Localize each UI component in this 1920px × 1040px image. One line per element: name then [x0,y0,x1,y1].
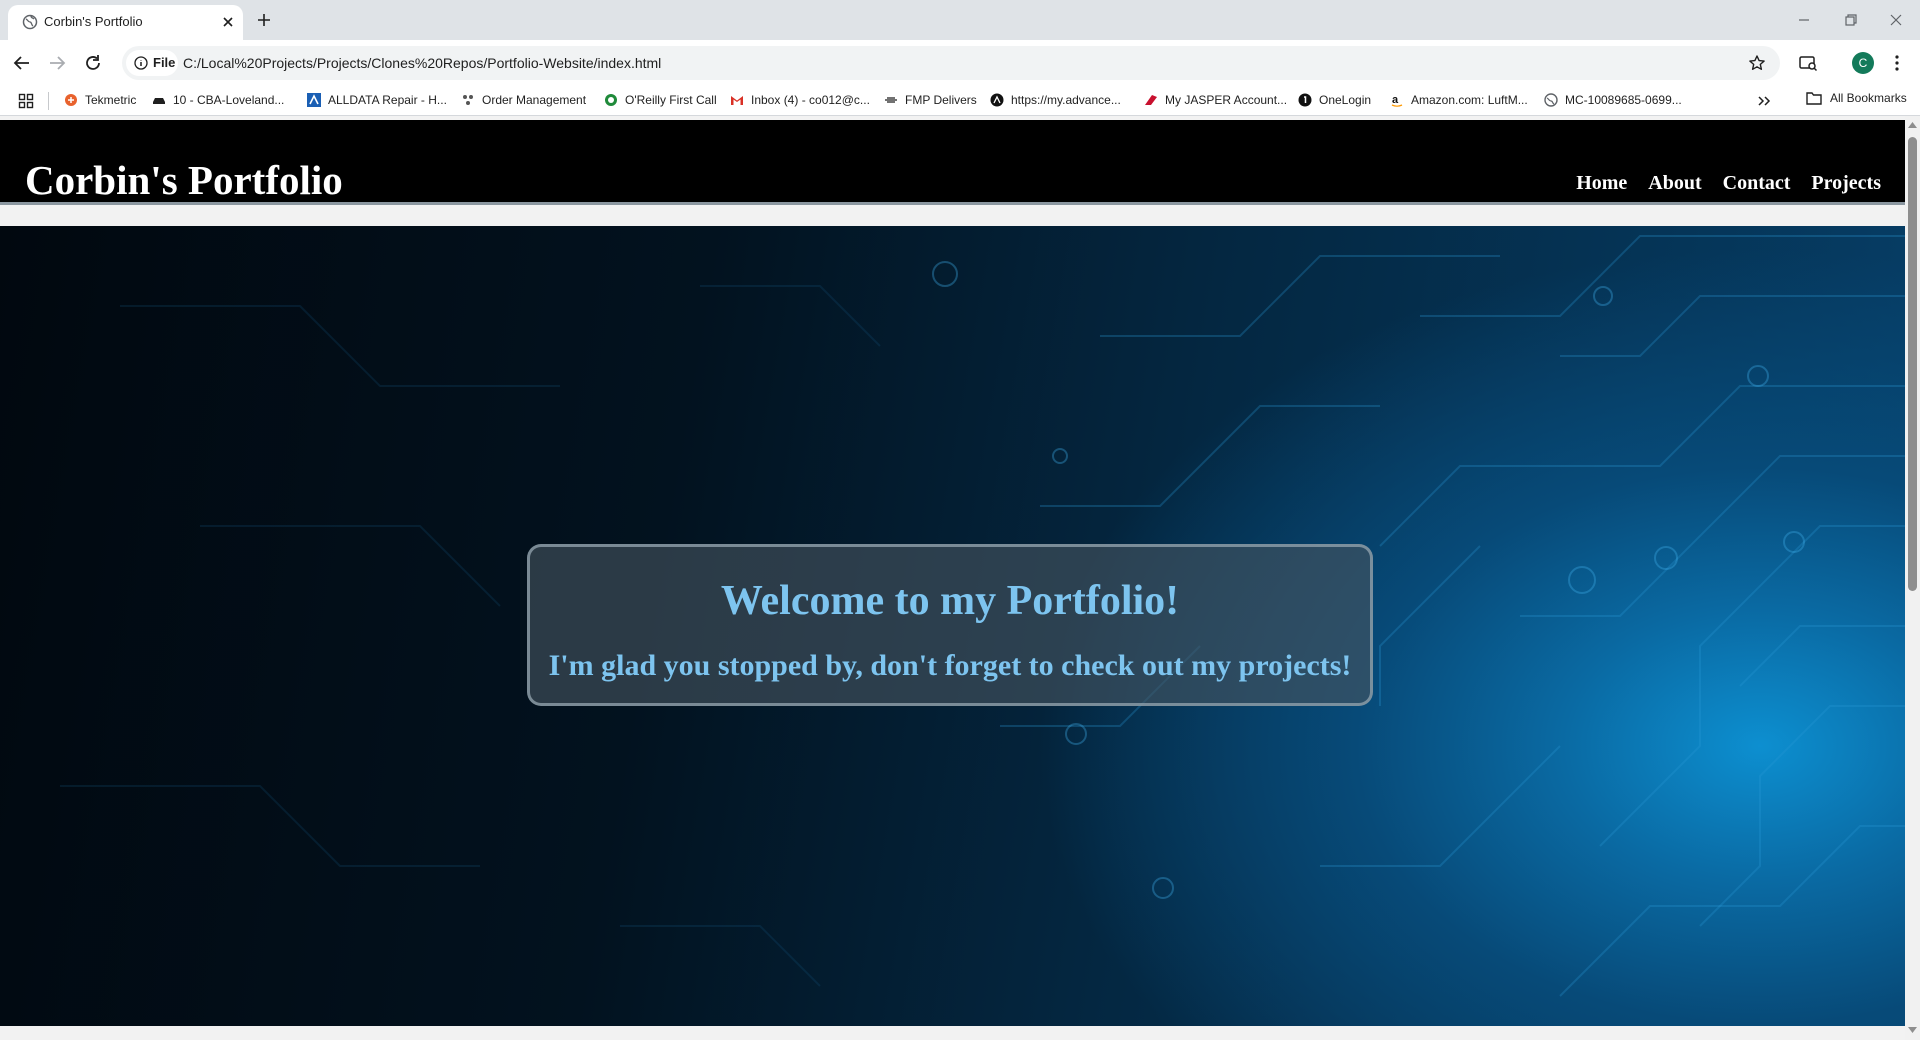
bookmark-label: https://my.advance... [1011,93,1121,107]
menu-kebab-icon[interactable] [1887,53,1907,73]
bookmark-label: Amazon.com: LuftM... [1411,93,1528,107]
welcome-title: Welcome to my Portfolio! [720,578,1180,624]
amazon-icon: a [1391,94,1403,107]
alldata-icon [307,93,321,107]
bookmark-label: 10 - CBA-Loveland... [173,93,285,107]
welcome-subtitle: I'm glad you stopped by, don't forget to… [548,649,1352,682]
minimize-icon[interactable] [1792,8,1816,32]
info-icon [134,56,148,70]
bookmark-star-icon[interactable] [1748,54,1766,72]
all-bookmarks-button[interactable]: All Bookmarks [1806,91,1907,105]
bookmark-item[interactable]: Inbox (4) - co012@c... [730,91,870,109]
nav-home-link[interactable]: Home [1576,172,1627,195]
fmp-icon [885,97,897,103]
bookmark-item[interactable]: https://my.advance... [990,91,1121,109]
bookmarks-divider [48,92,49,110]
bookmark-label: FMP Delivers [905,93,977,107]
car-icon [153,98,165,104]
more-bookmarks-icon[interactable] [1756,93,1772,109]
scrollbar-thumb[interactable] [1908,137,1917,591]
close-tab-icon[interactable] [218,12,238,32]
tab-title: Corbin's Portfolio [44,14,143,29]
gmail-icon [731,96,743,105]
tab-strip: Corbin's Portfolio [0,0,1920,40]
apps-grid-icon[interactable] [18,93,34,109]
page-scrollbar[interactable] [1905,116,1920,1040]
site-logo[interactable]: Corbin's Portfolio [25,156,343,204]
globe-icon [22,14,38,30]
bookmarks-bar: Tekmetric 10 - CBA-Loveland... ALLDATA R… [0,85,1920,116]
jasper-icon [1145,95,1157,105]
nav-contact-link[interactable]: Contact [1723,172,1791,195]
bookmark-item[interactable]: O'Reilly First Call [604,91,717,109]
bookmark-label: My JASPER Account... [1165,93,1288,107]
bookmark-item[interactable]: MC-10089685-0699... [1544,91,1682,109]
bookmark-item[interactable]: My JASPER Account... [1144,91,1287,109]
site-nav: Home About Contact Projects [1576,172,1881,195]
tekmetric-icon [65,94,77,106]
folder-icon [1806,92,1822,105]
url-text[interactable]: C:/Local%20Projects/Projects/Clones%20Re… [183,55,661,71]
address-bar[interactable]: File C:/Local%20Projects/Projects/Clones… [122,46,1780,80]
nav-projects-link[interactable]: Projects [1811,172,1881,195]
all-bookmarks-label: All Bookmarks [1830,91,1907,105]
bookmark-item[interactable]: ALLDATA Repair - H... [307,91,447,109]
globe-icon [1544,93,1558,107]
new-tab-icon[interactable] [254,10,274,30]
reload-icon[interactable] [82,52,104,74]
bookmark-item[interactable]: FMP Delivers [884,91,977,109]
bookmark-item[interactable]: OneLogin [1298,91,1371,109]
bookmark-item[interactable]: 10 - CBA-Loveland... [152,91,284,109]
bookmark-item[interactable]: Tekmetric [64,91,136,109]
forward-icon[interactable] [46,52,68,74]
bookmark-label: Tekmetric [85,93,137,107]
bookmark-label: OneLogin [1319,93,1372,107]
oreilly-icon [605,94,617,106]
bookmark-item[interactable]: Order Management [461,91,586,109]
hero-section: Welcome to my Portfolio! I'm glad you st… [0,226,1905,1026]
bookmark-label: MC-10089685-0699... [1565,93,1682,107]
scroll-down-arrow-icon[interactable] [1908,1026,1917,1034]
bookmark-label: Inbox (4) - co012@c... [751,93,870,107]
browser-toolbar: File C:/Local%20Projects/Projects/Clones… [0,40,1920,85]
bookmark-label: O'Reilly First Call [625,93,717,107]
close-window-icon[interactable] [1884,8,1908,32]
browser-tab[interactable]: Corbin's Portfolio [8,5,243,40]
site-header: Corbin's Portfolio Home About Contact Pr… [0,120,1905,205]
bookmark-label: Order Management [482,93,587,107]
page-viewport: Corbin's Portfolio Home About Contact Pr… [0,116,1905,1040]
back-icon[interactable] [11,52,33,74]
profile-avatar[interactable]: C [1852,52,1874,74]
bookmark-item[interactable]: a Amazon.com: LuftM... [1390,91,1528,109]
chip-label: File [153,55,176,70]
order-icon [463,95,473,105]
onelogin-icon [1298,93,1312,107]
advance-icon [990,93,1004,107]
scroll-up-arrow-icon[interactable] [1908,121,1917,129]
tab-search-icon[interactable] [1798,53,1818,73]
bookmark-label: ALLDATA Repair - H... [328,93,447,107]
site-info-chip[interactable]: File [126,50,178,76]
nav-about-link[interactable]: About [1648,172,1701,195]
welcome-card: Welcome to my Portfolio! I'm glad you st… [527,544,1373,706]
svg-text:a: a [1392,94,1399,106]
restore-icon[interactable] [1838,8,1862,32]
